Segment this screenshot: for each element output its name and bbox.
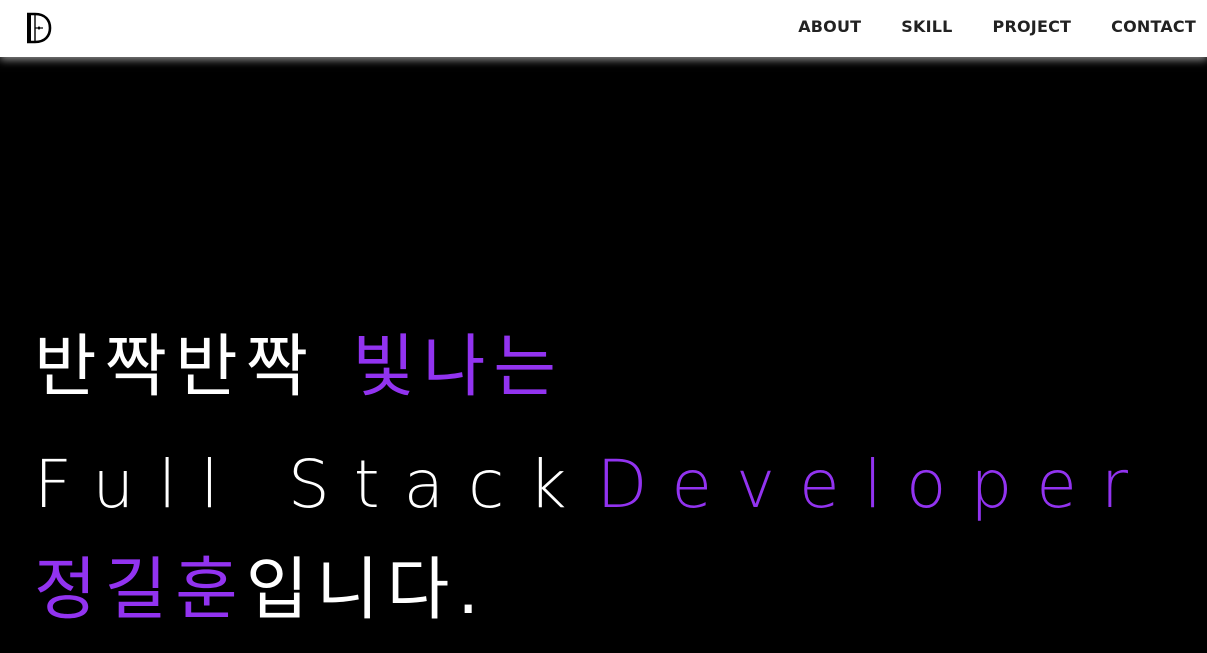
logo-mark bbox=[27, 12, 52, 44]
hero-line-3: 정길훈입니다. bbox=[34, 557, 487, 625]
hero-line-1: 반짝반짝 빛나는 bbox=[34, 334, 564, 402]
nav-about-link[interactable]: ABOUT bbox=[798, 17, 861, 36]
hero-line-1-accent: 빛나는 bbox=[352, 328, 564, 407]
hero-line-2-white: Full Stack bbox=[34, 446, 591, 523]
nav-contact-link[interactable]: CONTACT bbox=[1111, 17, 1196, 36]
nav-skill-link[interactable]: SKILL bbox=[901, 17, 952, 36]
main-nav: ABOUT SKILL PROJECT CONTACT bbox=[758, 0, 1196, 53]
hero-line-2-accent: Developer bbox=[596, 446, 1153, 523]
hero-section: 반짝반짝 빛나는 Full StackDeveloper 정길훈입니다. bbox=[0, 57, 1207, 653]
nav-project-link[interactable]: PROJECT bbox=[993, 17, 1072, 36]
top-navbar: ABOUT SKILL PROJECT CONTACT bbox=[0, 0, 1207, 57]
hero-line-3-white: 입니다. bbox=[245, 551, 487, 630]
hero-line-2: Full StackDeveloper bbox=[34, 452, 1152, 518]
hero-line-1-white: 반짝반짝 bbox=[34, 328, 317, 407]
logo-icon[interactable] bbox=[24, 11, 54, 45]
hero-name: 정길훈 bbox=[34, 551, 246, 630]
